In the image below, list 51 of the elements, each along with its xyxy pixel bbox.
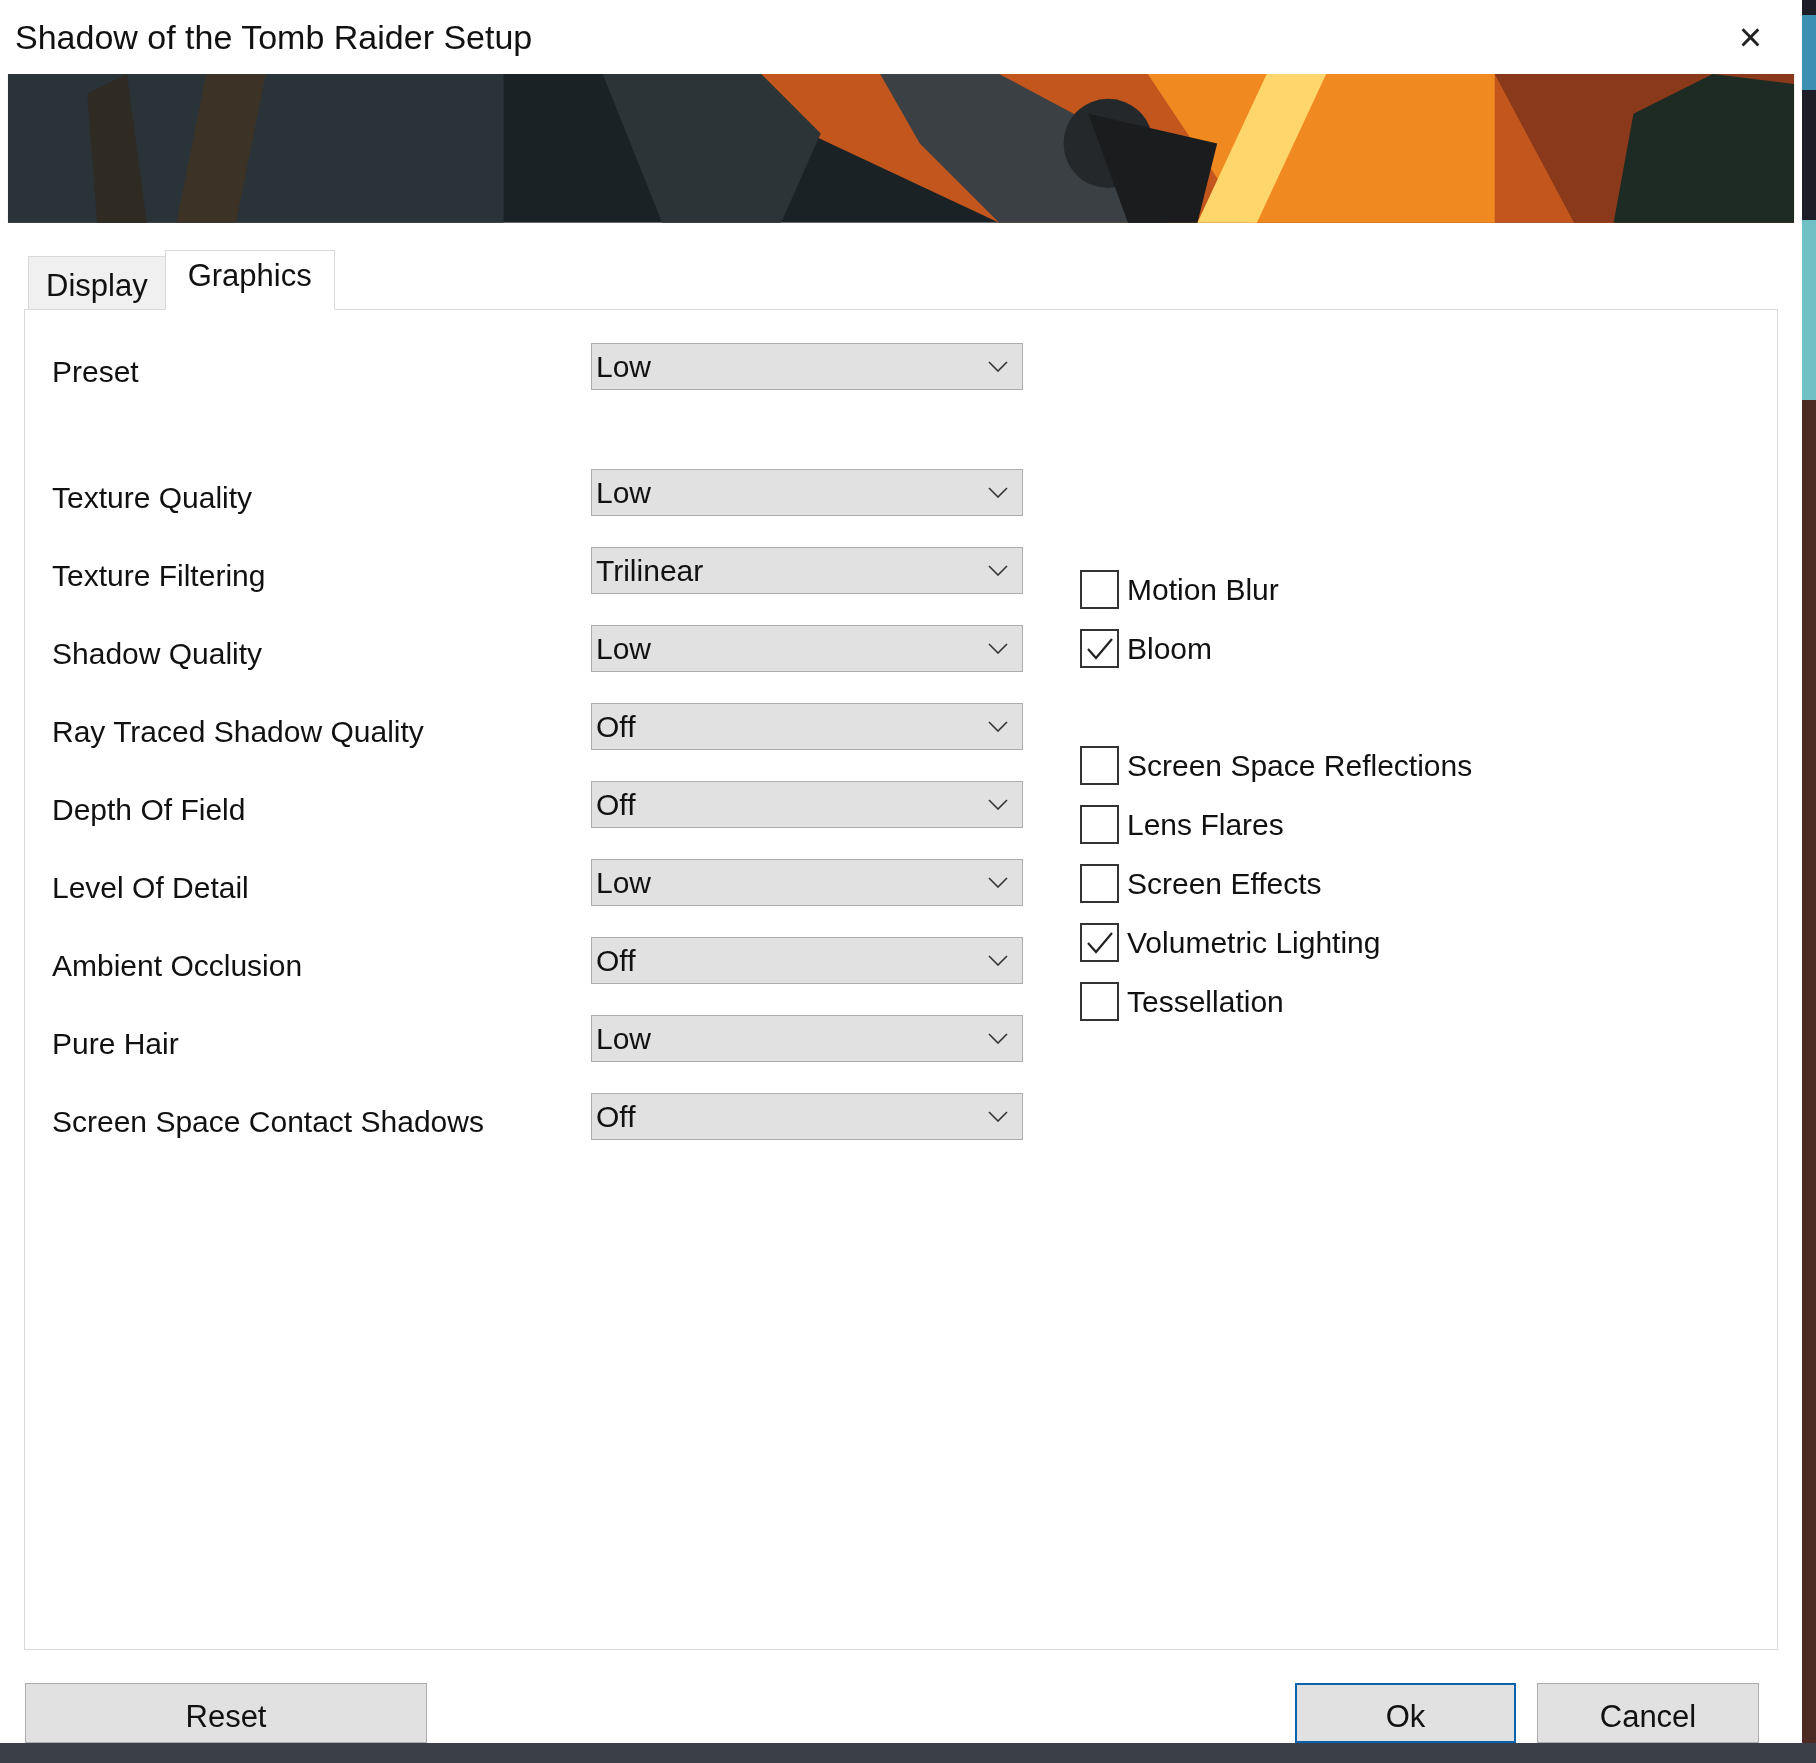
dropdown[interactable]: Off: [591, 1092, 1023, 1140]
checkbox[interactable]: [1080, 570, 1119, 609]
dropdown[interactable]: Low: [591, 624, 1023, 672]
dialog-button[interactable]: Cancel: [1537, 1683, 1759, 1743]
checkbox[interactable]: [1080, 864, 1119, 903]
dropdown[interactable]: Off: [591, 780, 1023, 828]
tab[interactable]: Display: [28, 256, 165, 310]
setting-label: Preset: [51, 353, 140, 390]
dropdown[interactable]: Low: [591, 468, 1023, 516]
setting-label: Texture Quality: [51, 479, 254, 516]
chevron-down-icon: [988, 798, 1008, 810]
setting-label: Pure Hair: [51, 1025, 180, 1062]
setting-label: Texture Filtering: [51, 557, 267, 594]
checkbox[interactable]: [1080, 746, 1119, 785]
window-title: Shadow of the Tomb Raider Setup: [15, 16, 533, 58]
dropdown[interactable]: Off: [591, 702, 1023, 750]
chevron-down-icon: [988, 564, 1008, 576]
dropdown[interactable]: Off: [591, 936, 1023, 984]
checkbox-label: Motion Blur: [1127, 572, 1279, 608]
setting-label: Shadow Quality: [51, 635, 264, 672]
checkbox[interactable]: [1080, 923, 1119, 962]
chevron-down-icon: [988, 360, 1008, 372]
setting-label: Level Of Detail: [51, 869, 250, 906]
setting-label: Ambient Occlusion: [51, 947, 304, 984]
checkbox-label: Lens Flares: [1127, 807, 1284, 843]
checkbox[interactable]: [1080, 629, 1119, 668]
dropdown[interactable]: Low: [591, 1014, 1023, 1062]
setting-label: Ray Traced Shadow Quality: [51, 713, 425, 750]
dialog-button[interactable]: Reset: [25, 1683, 427, 1743]
chevron-down-icon: [988, 642, 1008, 654]
checkbox-label: Screen Effects: [1127, 866, 1322, 902]
checkbox-label: Volumetric Lighting: [1127, 925, 1381, 961]
chevron-down-icon: [988, 1032, 1008, 1044]
checkbox[interactable]: [1080, 982, 1119, 1021]
chevron-down-icon: [988, 486, 1008, 498]
close-button[interactable]: ×: [1738, 17, 1762, 58]
checkbox-label: Bloom: [1127, 631, 1213, 667]
tab[interactable]: Graphics: [164, 250, 335, 310]
dropdown[interactable]: Trilinear: [591, 546, 1023, 594]
dialog-button[interactable]: Ok: [1295, 1683, 1516, 1743]
chevron-down-icon: [988, 876, 1008, 888]
setting-label: Screen Space Contact Shadows: [51, 1103, 485, 1140]
checkbox[interactable]: [1080, 805, 1119, 844]
chevron-down-icon: [988, 720, 1008, 732]
setting-label: Depth Of Field: [51, 791, 247, 828]
dropdown[interactable]: Low: [591, 342, 1023, 390]
checkbox-label: Tessellation: [1127, 984, 1284, 1020]
dropdown[interactable]: Low: [591, 858, 1023, 906]
checkbox-label: Screen Space Reflections: [1127, 748, 1473, 784]
chevron-down-icon: [988, 1110, 1008, 1122]
chevron-down-icon: [988, 954, 1008, 966]
